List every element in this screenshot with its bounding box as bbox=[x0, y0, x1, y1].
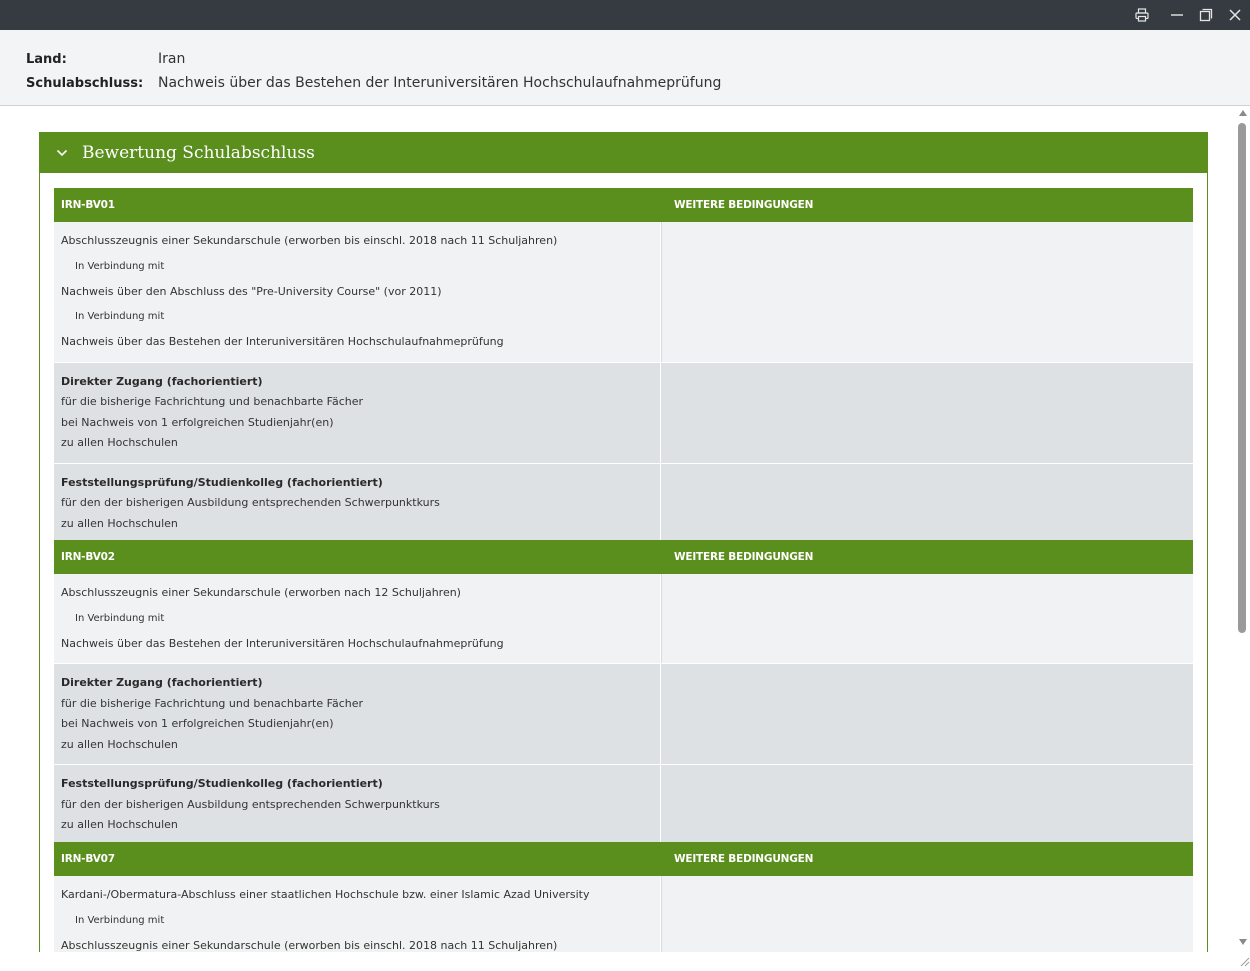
vertical-scrollbar[interactable] bbox=[1236, 107, 1250, 952]
connector-text: In Verbindung mit bbox=[75, 914, 165, 926]
restore-icon[interactable] bbox=[1198, 7, 1214, 23]
access-line: bei Nachweis von 1 erfolgreichen Studien… bbox=[61, 717, 334, 730]
schulabschluss-label: Schulabschluss: bbox=[26, 75, 144, 91]
print-icon[interactable] bbox=[1134, 7, 1150, 23]
block-col2-header: WEITERE BEDINGUNGEN bbox=[674, 199, 814, 211]
conditions-cell bbox=[661, 363, 1193, 463]
block-code: IRN-BV02 bbox=[61, 551, 115, 563]
access-line: für den der bisherigen Ausbildung entspr… bbox=[61, 797, 440, 811]
access-row: Feststellungsprüfung/Studienkolleg (fach… bbox=[54, 463, 1193, 544]
minimize-icon[interactable] bbox=[1169, 7, 1185, 23]
close-icon[interactable] bbox=[1227, 7, 1243, 23]
access-line: zu allen Hochschulen bbox=[61, 436, 178, 449]
access-title: Direkter Zugang (fachorientiert) bbox=[61, 374, 263, 388]
requirement-text: Nachweis über den Abschluss des "Pre-Uni… bbox=[61, 284, 442, 298]
scrollbar-thumb[interactable] bbox=[1238, 123, 1246, 633]
rule-block-irn-bv07: IRN-BV07 WEITERE BEDINGUNGEN Kardani-/Ob… bbox=[54, 842, 1193, 952]
land-label: Land: bbox=[26, 51, 67, 67]
schulabschluss-value: Nachweis über das Bestehen der Interuniv… bbox=[158, 75, 722, 91]
block-header: IRN-BV02 WEITERE BEDINGUNGEN bbox=[54, 540, 1193, 574]
connector-text: In Verbindung mit bbox=[75, 311, 165, 322]
access-line: für die bisherige Fachrichtung und benac… bbox=[61, 395, 364, 408]
conditions-cell bbox=[661, 876, 1193, 952]
access-line: zu allen Hochschulen bbox=[61, 516, 178, 530]
access-line: zu allen Hochschulen bbox=[61, 737, 178, 751]
access-title: Feststellungsprüfung/Studienkolleg (fach… bbox=[61, 475, 383, 489]
access-row: Direkter Zugang (fachorientiert) für die… bbox=[54, 362, 1193, 464]
window-titlebar bbox=[0, 0, 1250, 30]
access-line: zu allen Hochschulen bbox=[61, 818, 178, 831]
connector-text: In Verbindung mit bbox=[75, 260, 165, 272]
block-header: IRN-BV07 WEITERE BEDINGUNGEN bbox=[54, 842, 1193, 876]
requirement-row: Kardani-/Obermatura-Abschluss einer staa… bbox=[54, 876, 1193, 952]
conditions-cell bbox=[661, 574, 1193, 663]
requirement-text: Abschlusszeugnis einer Sekundarschule (e… bbox=[61, 234, 558, 247]
connector-text: In Verbindung mit bbox=[75, 612, 165, 624]
chevron-down-icon[interactable] bbox=[55, 146, 69, 160]
panel-title: Bewertung Schulabschluss bbox=[82, 143, 315, 163]
land-value: Iran bbox=[158, 51, 186, 67]
block-col2-header: WEITERE BEDINGUNGEN bbox=[674, 551, 814, 563]
requirement-text: Kardani-/Obermatura-Abschluss einer staa… bbox=[61, 888, 590, 901]
requirement-text: Abschlusszeugnis einer Sekundarschule (e… bbox=[61, 586, 461, 599]
conditions-cell bbox=[661, 765, 1193, 845]
access-title: Feststellungsprüfung/Studienkolleg (fach… bbox=[61, 777, 383, 790]
conditions-cell bbox=[661, 664, 1193, 764]
requirement-text: Nachweis über das Bestehen der Interuniv… bbox=[61, 335, 504, 348]
requirement-row: Abschlusszeugnis einer Sekundarschule (e… bbox=[54, 222, 1193, 363]
resize-grip-icon[interactable] bbox=[1238, 952, 1250, 967]
info-header: Land: Iran Schulabschluss: Nachweis über… bbox=[0, 30, 1250, 106]
rule-block-irn-bv02: IRN-BV02 WEITERE BEDINGUNGEN Abschlussze… bbox=[54, 540, 1193, 846]
schulabschluss-row: Schulabschluss: Nachweis über das Besteh… bbox=[26, 73, 721, 93]
block-header: IRN-BV01 WEITERE BEDINGUNGEN bbox=[54, 188, 1193, 222]
access-line: bei Nachweis von 1 erfolgreichen Studien… bbox=[61, 415, 334, 429]
requirement-text: Abschlusszeugnis einer Sekundarschule (e… bbox=[61, 938, 558, 952]
access-line: für den der bisherigen Ausbildung entspr… bbox=[61, 496, 440, 509]
block-code: IRN-BV01 bbox=[61, 199, 115, 211]
bewertung-panel: Bewertung Schulabschluss IRN-BV01 WEITER… bbox=[39, 132, 1208, 952]
requirement-row: Abschlusszeugnis einer Sekundarschule (e… bbox=[54, 574, 1193, 664]
access-row: Direkter Zugang (fachorientiert) für die… bbox=[54, 664, 1193, 765]
land-row: Land: Iran bbox=[26, 49, 185, 69]
access-row: Feststellungsprüfung/Studienkolleg (fach… bbox=[54, 765, 1193, 846]
scroll-up-arrow-icon[interactable] bbox=[1239, 110, 1247, 116]
scroll-down-arrow-icon[interactable] bbox=[1239, 939, 1247, 945]
block-code: IRN-BV07 bbox=[61, 853, 115, 865]
panel-header[interactable]: Bewertung Schulabschluss bbox=[40, 133, 1207, 173]
conditions-cell bbox=[661, 464, 1193, 544]
rule-block-irn-bv01: IRN-BV01 WEITERE BEDINGUNGEN Abschlussze… bbox=[54, 188, 1193, 544]
block-col2-header: WEITERE BEDINGUNGEN bbox=[674, 853, 814, 865]
access-line: für die bisherige Fachrichtung und benac… bbox=[61, 696, 364, 710]
conditions-cell bbox=[661, 222, 1193, 362]
requirement-text: Nachweis über das Bestehen der Interuniv… bbox=[61, 636, 504, 650]
content-area[interactable]: Bewertung Schulabschluss IRN-BV01 WEITER… bbox=[0, 107, 1236, 952]
access-title: Direkter Zugang (fachorientiert) bbox=[61, 676, 263, 689]
